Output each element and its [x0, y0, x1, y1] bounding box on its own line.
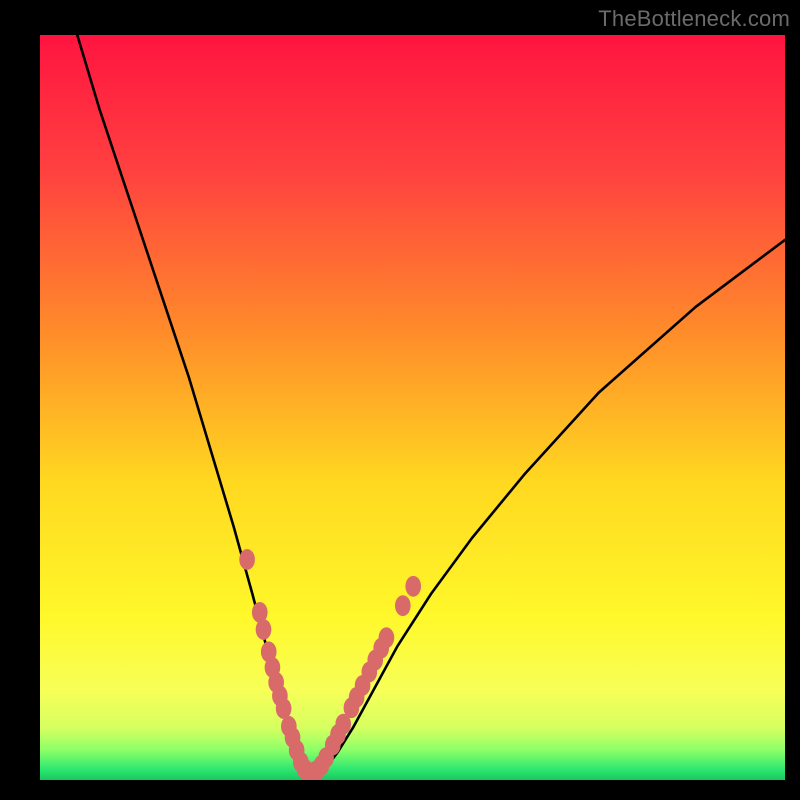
chart-overlay — [40, 35, 785, 780]
bottleneck-curve — [77, 35, 785, 773]
marker-dot — [276, 698, 292, 719]
marker-dot — [405, 576, 421, 597]
marker-dot — [256, 619, 272, 640]
marker-dot — [395, 595, 411, 616]
marker-dot — [379, 627, 395, 648]
watermark-text: TheBottleneck.com — [598, 6, 790, 32]
plot-area — [40, 35, 785, 780]
highlight-markers — [239, 549, 421, 780]
marker-dot — [239, 549, 255, 570]
frame: TheBottleneck.com — [0, 0, 800, 800]
